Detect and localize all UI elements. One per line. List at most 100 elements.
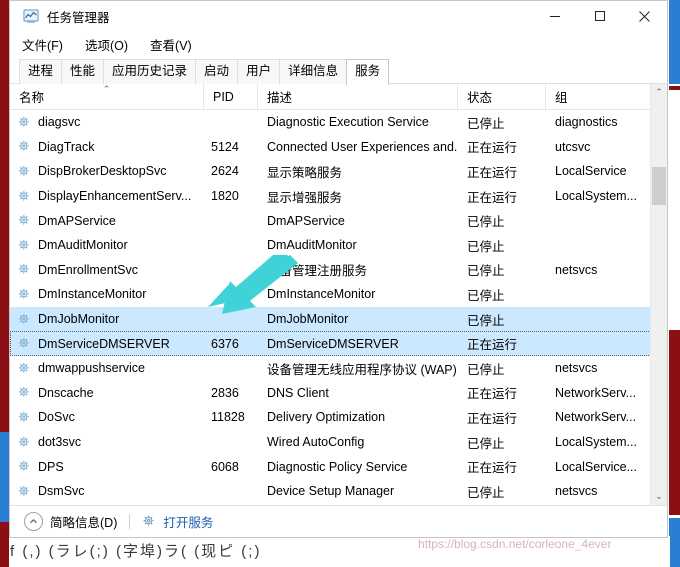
cell-group: LocalService... [555,459,637,474]
tab-app-history[interactable]: 应用历史记录 [103,59,197,84]
cell-description: Data Sharing Service [258,504,458,506]
cell-description: 显示增强服务 [267,190,343,205]
table-row[interactable]: DoSvc 11828 Delivery Optimization 正在运行 Netwo… [10,405,667,430]
cell-status: 已停止 [467,239,505,254]
table-row[interactable]: DmAuditMonitor DmAuditMonitor 已停止 [10,233,667,258]
table-row[interactable]: DsSvc7224Data Sharing Service正在运行LocalSy… [10,504,667,506]
cell-description: 显示策略服务 [267,165,343,180]
service-gear-icon [17,287,32,302]
table-row[interactable]: diagsvc Diagnostic Execution Service 已停止 di… [10,110,667,135]
cell-group: LocalSystem... [555,435,637,450]
scroll-down-arrow-icon[interactable]: ⌄ [651,488,667,505]
tab-startup[interactable]: 启动 [195,59,239,84]
chevron-up-icon[interactable] [24,512,43,531]
column-header-name[interactable]: 名称 ⌃ [10,84,204,109]
cell-status: 正在运行 [467,387,518,402]
tab-performance[interactable]: 性能 [61,59,105,84]
tab-services[interactable]: 服务 [346,59,390,85]
maximize-button[interactable] [577,1,622,31]
cell-pid: 2836 [211,385,239,400]
scrollbar-track[interactable] [651,101,667,488]
service-gear-icon [17,385,32,400]
desktop-blue-strip-right-top [669,0,680,84]
service-gear-icon [17,459,32,474]
column-header-status[interactable]: 状态 [458,84,546,109]
table-row[interactable]: dot3svc Wired AutoConfig 已停止 LocalSystem... [10,430,667,455]
cell-description: Delivery Optimization [267,410,386,425]
fewer-details-button[interactable]: 简略信息(D) [50,512,117,531]
cell-service-name: DmJobMonitor [10,307,204,332]
desktop-red-strip-right-mid [669,330,680,515]
column-header-description[interactable]: 描述 [258,84,458,109]
vertical-scrollbar[interactable]: ⌃ ⌄ [650,84,667,505]
menu-item-options[interactable]: 选项(O) [85,35,128,54]
cell-description: Device Setup Manager [267,484,395,499]
window-title: 任务管理器 [47,10,110,25]
table-row[interactable]: DmEnrollmentSvc 设备管理注册服务 已停止 netsvcs [10,258,667,283]
table-row[interactable]: DPS 6068 Diagnostic Policy Service 正在运行 Loca… [10,454,667,479]
cell-group: utcsvc [555,139,591,154]
cell-status: 已停止 [467,288,505,303]
column-header-group[interactable]: 组 [546,84,651,109]
scrollbar-thumb[interactable] [652,167,666,205]
table-row[interactable]: Dnscache 2836 DNS Client 正在运行 NetworkServ... [10,381,667,406]
service-name-label: DmServiceDMSERVER [38,336,170,351]
table-row[interactable]: DisplayEnhancementServ... 1820 显示增强服务 正在运行 L… [10,184,667,209]
cell-pid [204,307,258,332]
tab-processes[interactable]: 进程 [19,59,63,84]
scroll-up-arrow-icon[interactable]: ⌃ [651,84,667,101]
title-bar[interactable]: 任务管理器 [10,1,667,31]
cell-status: 已停止 [467,116,505,131]
service-gear-icon [17,312,32,327]
maximize-icon [594,11,605,21]
table-row[interactable]: DsmSvc Device Setup Manager 已停止 netsvcs [10,479,667,504]
cell-service-name: DmEnrollmentSvc [10,258,204,283]
cell-pid [204,356,258,381]
cell-service-name: DispBrokerDesktopSvc [10,159,204,184]
service-name-label: DisplayEnhancementServ... [38,189,192,204]
status-bar: 简略信息(D) 打开服务 [10,505,667,537]
cell-pid [204,479,258,504]
cell-group: LocalSystem... [546,504,651,506]
table-row[interactable]: dmwappushservice 设备管理无线应用程序协议 (WAP) ... 已停… [10,356,667,381]
cell-status: 已停止 [467,362,505,377]
open-services-link[interactable]: 打开服务 [163,512,213,531]
service-name-label: Dnscache [38,385,94,400]
close-button[interactable] [622,1,667,31]
cell-status: 已停止 [467,313,505,328]
cell-status: 正在运行 [458,504,546,506]
table-row[interactable]: DispBrokerDesktopSvc 2624 显示策略服务 正在运行 LocalS… [10,159,667,184]
tab-details[interactable]: 详细信息 [279,59,348,84]
table-row[interactable]: DmJobMonitor DmJobMonitor 已停止 [10,306,667,332]
cell-description: DmInstanceMonitor [267,287,376,302]
menu-item-file[interactable]: 文件(F) [22,35,63,54]
menu-item-view[interactable]: 查看(V) [150,35,192,54]
cell-description: 设备管理无线应用程序协议 (WAP) ... [267,362,458,377]
cell-pid [204,258,258,283]
cell-status: 正在运行 [467,141,518,156]
service-gear-icon [17,164,32,179]
service-gear-icon [17,213,32,228]
cell-status: 正在运行 [467,165,518,180]
service-gear-icon [17,115,32,130]
cell-service-name: DmInstanceMonitor [10,282,204,307]
column-header-pid[interactable]: PID [204,84,258,109]
cell-pid: 6068 [211,459,239,474]
cell-group: netsvcs [555,361,598,376]
cell-description: Diagnostic Policy Service [267,459,408,474]
cell-status: 已停止 [467,215,505,230]
service-gear-icon [17,361,32,376]
cell-service-name: DmAuditMonitor [10,233,204,258]
table-row[interactable]: DmAPService DmAPService 已停止 [10,208,667,233]
minimize-button[interactable] [532,1,577,31]
column-header-row: 名称 ⌃ PID 描述 状态 组 [10,84,667,110]
service-name-label: DPS [38,459,64,474]
service-name-label: diagsvc [38,115,81,130]
table-row[interactable]: DiagTrack 5124 Connected User Experiences … [10,135,667,160]
table-row[interactable]: DmInstanceMonitor DmInstanceMonitor 已停止 [10,282,667,307]
table-row[interactable]: DmServiceDMSERVER 6376 DmServiceDMSERVER 正在… [10,331,667,356]
tab-users[interactable]: 用户 [237,59,281,84]
cell-pid: 1820 [211,189,239,204]
cell-status: 已停止 [467,436,505,451]
service-name-label: DmEnrollmentSvc [38,262,139,277]
